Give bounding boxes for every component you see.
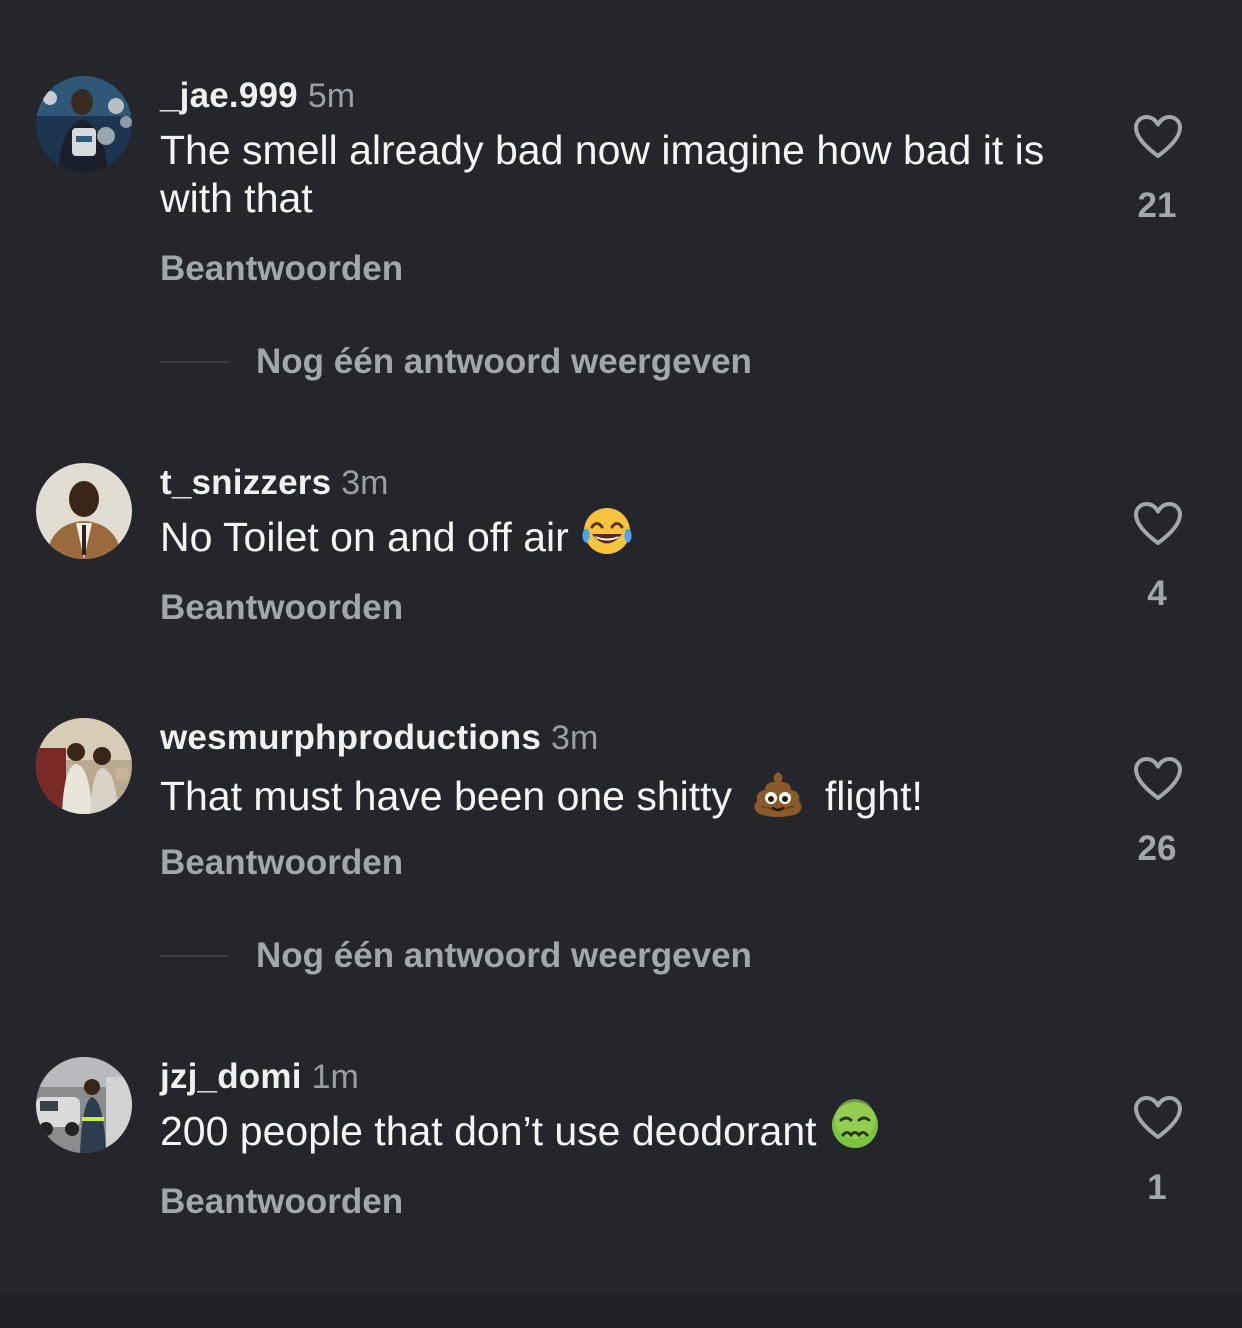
comment-text: The smell already bad now imagine how ba…: [160, 127, 1045, 221]
nauseated-face-icon: [828, 1099, 882, 1161]
face-with-tears-of-joy-icon: [580, 505, 634, 567]
view-more-replies-label: Nog één antwoord weergeven: [256, 342, 752, 381]
avatar[interactable]: [36, 718, 132, 814]
like-count: 1: [1147, 1168, 1167, 1207]
comment-meta: wesmurphproductions 3m: [160, 718, 598, 758]
username[interactable]: wesmurphproductions: [160, 718, 541, 757]
comment-meta: _jae.999 5m: [160, 76, 355, 116]
username[interactable]: t_snizzers: [160, 463, 331, 502]
like-count: 26: [1137, 829, 1177, 868]
like-button[interactable]: [1122, 114, 1194, 174]
pile-of-poo-icon: [751, 768, 805, 830]
timestamp: 5m: [307, 77, 356, 115]
reply-button[interactable]: Beantwoorden: [160, 843, 403, 883]
heart-outline-icon: [1134, 502, 1182, 545]
comment-text: That must have been one shitty flight!: [160, 768, 1060, 830]
thread-line: [160, 955, 228, 957]
reply-button[interactable]: Beantwoorden: [160, 1182, 403, 1222]
like-button[interactable]: [1122, 1095, 1194, 1155]
timestamp: 1m: [311, 1058, 359, 1096]
comment-text: No Toilet on and off air: [160, 508, 1060, 567]
username[interactable]: _jae.999: [160, 76, 298, 115]
like-count: 4: [1147, 574, 1167, 613]
avatar[interactable]: [36, 76, 132, 172]
comment-meta: t_snizzers 3m: [160, 463, 388, 503]
comment-meta: jzj_domi 1m: [160, 1057, 359, 1097]
thread-line: [160, 361, 228, 363]
bottom-bar: [0, 1294, 1242, 1328]
timestamp: 3m: [341, 464, 389, 502]
like-button[interactable]: [1122, 756, 1194, 816]
heart-outline-icon: [1134, 115, 1182, 158]
comment-text-content: 200 people that don’t use deodorant: [160, 1108, 817, 1154]
comment-text-after: flight!: [824, 772, 923, 819]
username[interactable]: jzj_domi: [160, 1057, 302, 1096]
timestamp: 3m: [551, 719, 599, 757]
comment-text: 200 people that don’t use deodorant: [160, 1099, 1060, 1161]
reply-button[interactable]: Beantwoorden: [160, 249, 403, 289]
avatar[interactable]: [36, 1057, 132, 1153]
view-more-replies-label: Nog één antwoord weergeven: [256, 936, 752, 975]
comment-text-content: No Toilet on and off air: [160, 514, 569, 560]
heart-outline-icon: [1134, 1096, 1182, 1139]
like-count: 21: [1137, 186, 1177, 225]
heart-outline-icon: [1134, 757, 1182, 800]
comment-text-before: That must have been one shitty: [160, 772, 733, 819]
like-button[interactable]: [1122, 501, 1194, 561]
top-divider: [0, 22, 1242, 23]
reply-button[interactable]: Beantwoorden: [160, 588, 403, 628]
avatar[interactable]: [36, 463, 132, 559]
